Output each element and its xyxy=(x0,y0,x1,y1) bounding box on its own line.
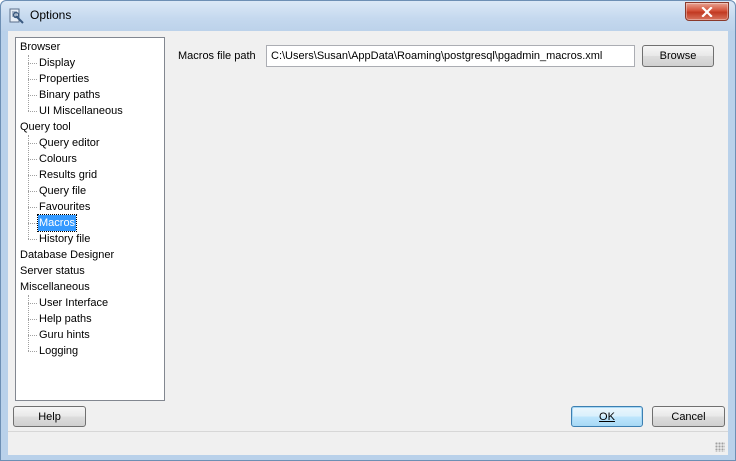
tree-branch-line xyxy=(28,239,37,240)
macros-file-path-label: Macros file path xyxy=(178,50,256,62)
close-icon xyxy=(701,6,713,17)
tree-branch-line xyxy=(28,223,37,224)
tree-item-binary-paths[interactable]: Binary paths xyxy=(38,87,101,103)
tree-branch-line xyxy=(28,207,37,208)
tree-branch-line xyxy=(28,111,37,112)
options-tree[interactable]: Browser Display Properties Binary paths UI M… xyxy=(15,37,165,401)
tree-item-user-interface[interactable]: User Interface xyxy=(38,295,109,311)
macros-file-path-input[interactable] xyxy=(266,45,635,67)
tree-branch-line xyxy=(28,159,37,160)
tree-item-macros[interactable]: Macros xyxy=(36,214,78,232)
tree-branch-line xyxy=(28,351,37,352)
help-button[interactable]: Help xyxy=(13,406,86,427)
ok-button-label: OK xyxy=(599,410,615,423)
tree-item-colours[interactable]: Colours xyxy=(38,151,78,167)
dialog-client-area: Browser Display Properties Binary paths UI M… xyxy=(8,31,728,431)
app-icon xyxy=(9,8,24,24)
tree-item-ui-miscellaneous[interactable]: UI Miscellaneous xyxy=(38,103,124,119)
tree-item-properties[interactable]: Properties xyxy=(38,71,90,87)
tree-branch-line xyxy=(28,319,37,320)
tree-branch-line xyxy=(28,95,37,96)
tree-item-favourites[interactable]: Favourites xyxy=(38,199,91,215)
cancel-button[interactable]: Cancel xyxy=(652,406,725,427)
tree-item-miscellaneous[interactable]: Miscellaneous xyxy=(19,279,91,295)
status-bar xyxy=(8,431,728,455)
tree-branch-line xyxy=(28,175,37,176)
tree-item-logging[interactable]: Logging xyxy=(38,343,79,359)
tree-item-results-grid[interactable]: Results grid xyxy=(38,167,98,183)
tree-branch-line xyxy=(28,303,37,304)
ok-button[interactable]: OK xyxy=(571,406,643,427)
tree-item-query-editor[interactable]: Query editor xyxy=(38,135,101,151)
browse-button[interactable]: Browse xyxy=(642,45,714,67)
tree-item-server-status[interactable]: Server status xyxy=(19,263,86,279)
tree-item-browser[interactable]: Browser xyxy=(19,39,61,55)
tree-branch-line xyxy=(28,335,37,336)
close-button[interactable] xyxy=(685,2,729,21)
cancel-button-label: Cancel xyxy=(671,410,706,423)
tree-item-query-file[interactable]: Query file xyxy=(38,183,87,199)
tree-item-display[interactable]: Display xyxy=(38,55,76,71)
tree-branch-line xyxy=(28,79,37,80)
tree-item-database-designer[interactable]: Database Designer xyxy=(19,247,115,263)
window-title: Options xyxy=(30,8,72,22)
tree-branch-line xyxy=(28,143,37,144)
tree-item-query-tool[interactable]: Query tool xyxy=(19,119,72,135)
options-window: Options Browser Display Properties Binary p… xyxy=(0,0,736,461)
resize-grip-icon[interactable] xyxy=(715,442,725,452)
tree-item-guru-hints[interactable]: Guru hints xyxy=(38,327,91,343)
tree-item-history-file[interactable]: History file xyxy=(38,231,91,247)
tree-branch-line xyxy=(28,191,37,192)
tree-item-help-paths[interactable]: Help paths xyxy=(38,311,93,327)
tree-branch-line xyxy=(28,63,37,64)
title-bar[interactable]: Options xyxy=(1,1,735,31)
